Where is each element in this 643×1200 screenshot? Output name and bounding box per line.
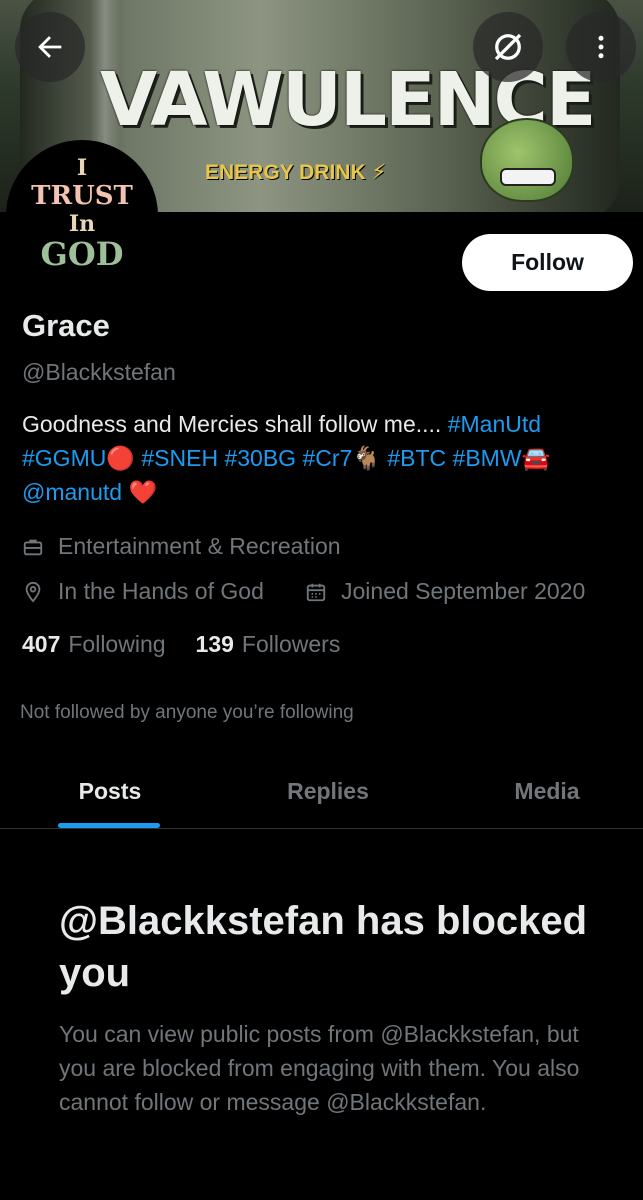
banner-sub-text: ENERGY DRINK ⚡ bbox=[205, 161, 387, 184]
back-button[interactable] bbox=[15, 12, 85, 82]
profile-category: Entertainment & Recreation bbox=[22, 533, 341, 560]
profile-location: In the Hands of God bbox=[22, 578, 264, 605]
follow-button[interactable]: Follow bbox=[462, 234, 633, 291]
avatar-text-trust: TRUST bbox=[31, 181, 133, 211]
following-count: 407 bbox=[22, 631, 61, 657]
profile-category-label: Entertainment & Recreation bbox=[58, 533, 341, 559]
following-label: Following bbox=[68, 631, 166, 657]
bio-hashtag-ggmu[interactable]: #GGMU bbox=[22, 445, 106, 471]
avatar[interactable]: I TRUST In GOD bbox=[6, 140, 158, 292]
tab-media[interactable]: Media bbox=[467, 755, 627, 828]
bio-hashtag-30bg[interactable]: #30BG bbox=[224, 445, 296, 471]
followers-link[interactable]: 139 Followers bbox=[196, 631, 341, 658]
bio-emoji-goat: 🐐 bbox=[352, 445, 381, 471]
followers-label: Followers bbox=[241, 631, 341, 657]
profile-bio: Goodness and Mercies shall follow me....… bbox=[22, 407, 622, 509]
blocked-description: You can view public posts from @Blackkst… bbox=[59, 1021, 580, 1115]
profile-handle: @Blackkstefan bbox=[22, 359, 176, 385]
bio-emoji-car: 🚘 bbox=[521, 445, 551, 471]
blocked-title: @Blackkstefan has blocked you bbox=[59, 899, 588, 995]
profile-joined-label: Joined September 2020 bbox=[341, 578, 586, 604]
follow-counts: 407 Following 139 Followers bbox=[22, 631, 370, 658]
active-tab-indicator bbox=[58, 823, 160, 828]
profile-location-label: In the Hands of God bbox=[58, 578, 264, 604]
following-link[interactable]: 407 Following bbox=[22, 631, 166, 658]
bio-hashtag-cr7[interactable]: #Cr7 bbox=[302, 445, 352, 471]
mutual-followers-text: Not followed by anyone you’re following bbox=[20, 702, 354, 723]
arrow-left-icon bbox=[38, 36, 62, 58]
grok-button[interactable] bbox=[473, 12, 543, 82]
bio-hashtag-sneh[interactable]: #SNEH bbox=[141, 445, 218, 471]
bio-hashtag-btc[interactable]: #BTC bbox=[387, 445, 446, 471]
grok-icon bbox=[494, 33, 522, 61]
bio-mention-manutd[interactable]: @manutd bbox=[22, 479, 122, 505]
bio-hashtag-bmw[interactable]: #BMW bbox=[453, 445, 522, 471]
avatar-text-i: I bbox=[76, 155, 88, 181]
banner-brand-text: VAWULENCE bbox=[100, 57, 596, 143]
avatar-text-god: GOD bbox=[40, 235, 124, 273]
tab-replies[interactable]: Replies bbox=[248, 755, 408, 828]
profile-name: Grace bbox=[22, 308, 110, 343]
more-vertical-icon bbox=[598, 35, 604, 59]
bio-emoji-red-circle: 🔴 bbox=[106, 445, 135, 471]
bio-text: Goodness and Mercies shall follow me.... bbox=[22, 411, 448, 437]
bio-emoji-heart: ❤️ bbox=[128, 479, 158, 505]
tab-posts[interactable]: Posts bbox=[30, 755, 190, 828]
avatar-text-in: In bbox=[68, 211, 96, 237]
banner-frog-graphic bbox=[480, 118, 574, 202]
bio-hashtag-manutd[interactable]: #ManUtd bbox=[448, 411, 541, 437]
calendar-icon bbox=[306, 583, 326, 601]
more-button[interactable] bbox=[566, 12, 636, 82]
location-pin-icon bbox=[25, 581, 41, 603]
profile-tabs: Posts Replies Media bbox=[0, 755, 643, 829]
profile-joined: Joined September 2020 bbox=[305, 578, 585, 605]
briefcase-icon bbox=[23, 539, 43, 555]
followers-count: 139 bbox=[195, 631, 234, 657]
